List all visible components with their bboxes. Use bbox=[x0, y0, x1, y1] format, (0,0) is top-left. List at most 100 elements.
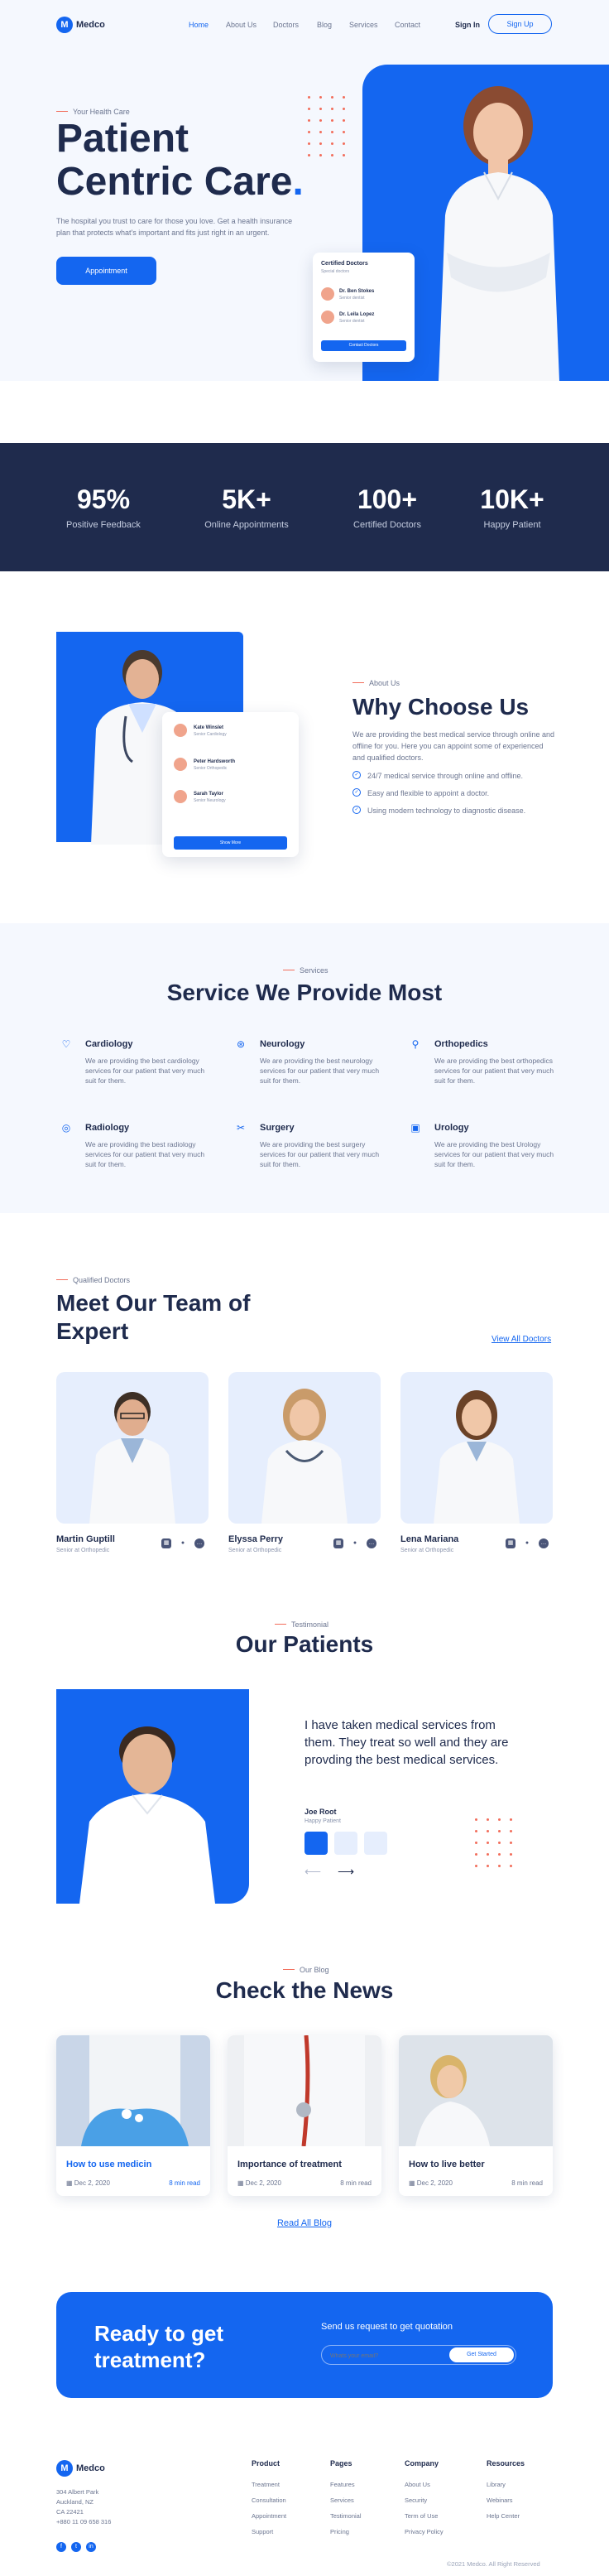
footer-link[interactable]: Webinars bbox=[487, 2497, 513, 2504]
why-point: 24/7 medical service through online and … bbox=[367, 772, 523, 780]
eyebrow-line bbox=[56, 111, 68, 112]
chat-icon[interactable]: … bbox=[367, 1538, 376, 1548]
blog-title[interactable]: Importance of treatment bbox=[237, 2160, 342, 2169]
nav-contact[interactable]: Contact bbox=[395, 21, 420, 29]
patient-photo bbox=[56, 1689, 249, 1904]
doctor-name: Sarah Taylor bbox=[194, 792, 223, 797]
footer-logo-icon[interactable]: M bbox=[56, 2460, 73, 2477]
scalpel-icon: ✂ bbox=[236, 1122, 246, 1134]
calendar-icon[interactable]: ▦ bbox=[333, 1538, 343, 1548]
team-member-name: Martin Guptill bbox=[56, 1534, 115, 1544]
blog-card[interactable]: How to live better ▦ Dec 2, 2020 8 min r… bbox=[399, 2035, 553, 2196]
footer-link[interactable]: Features bbox=[330, 2481, 355, 2488]
team-photo[interactable] bbox=[400, 1372, 553, 1524]
facebook-icon[interactable]: f bbox=[56, 2542, 66, 2552]
twitter-icon[interactable]: t bbox=[71, 2542, 81, 2552]
arrow-right-icon[interactable]: ⟶ bbox=[338, 1865, 354, 1879]
blog-card[interactable]: How to use medicin ▦ Dec 2, 2020 8 min r… bbox=[56, 2035, 210, 2196]
footer-link[interactable]: Treatment bbox=[252, 2481, 280, 2488]
get-started-button[interactable]: Get Started bbox=[449, 2347, 514, 2362]
check-icon: ✓ bbox=[352, 788, 361, 797]
appointment-button[interactable]: Appointment bbox=[56, 257, 156, 285]
contact-doctors-button[interactable]: Contact Doctors bbox=[321, 340, 406, 351]
patient-thumb[interactable] bbox=[334, 1832, 357, 1855]
hero-doctor-image bbox=[439, 86, 559, 381]
footer-link[interactable]: About Us bbox=[405, 2481, 430, 2488]
team-member-name: Elyssa Perry bbox=[228, 1534, 284, 1544]
hero-description: The hospital you trust to care for those… bbox=[56, 217, 293, 237]
footer-link[interactable]: Privacy Policy bbox=[405, 2528, 444, 2535]
team-member-role: Senior at Orthopedic bbox=[400, 1548, 454, 1553]
blog-title[interactable]: How to use medicin bbox=[66, 2160, 151, 2169]
brand-name[interactable]: Medco bbox=[76, 20, 105, 30]
nav-doctors[interactable]: Doctors bbox=[273, 21, 299, 29]
blog-read-time: 8 min read bbox=[340, 2179, 372, 2187]
footer-brand[interactable]: Medco bbox=[76, 2463, 105, 2473]
doctor-name: Peter Hardsworth bbox=[194, 759, 236, 764]
patient-thumb-active[interactable] bbox=[304, 1832, 328, 1855]
service-name[interactable]: Neurology bbox=[260, 1039, 304, 1049]
service-desc: We are providing the best cardiology ser… bbox=[85, 1057, 205, 1085]
service-name[interactable]: Urology bbox=[434, 1123, 469, 1133]
chat-icon[interactable]: … bbox=[194, 1538, 204, 1548]
blog-title[interactable]: How to live better bbox=[409, 2160, 485, 2169]
doctor-role: Senior Orthopedic bbox=[194, 766, 228, 771]
email-field[interactable]: Get Started bbox=[321, 2345, 516, 2365]
calendar-icon[interactable]: ▦ bbox=[161, 1538, 171, 1548]
chat-icon[interactable]: … bbox=[539, 1538, 549, 1548]
eyebrow-line bbox=[56, 1279, 68, 1280]
calendar-icon[interactable]: ▦ bbox=[506, 1538, 515, 1548]
user-icon[interactable]: ● bbox=[350, 1538, 360, 1548]
nav-services[interactable]: Services bbox=[349, 21, 378, 29]
footer-link[interactable]: Security bbox=[405, 2497, 427, 2504]
footer-link[interactable]: Term of Use bbox=[405, 2512, 438, 2520]
footer-link[interactable]: Services bbox=[330, 2497, 354, 2504]
blog-date: ▦ Dec 2, 2020 bbox=[409, 2179, 453, 2187]
signin-link[interactable]: Sign In bbox=[455, 21, 480, 29]
patient-thumb[interactable] bbox=[364, 1832, 387, 1855]
view-all-doctors-link[interactable]: View All Doctors bbox=[492, 1335, 551, 1344]
show-more-button[interactable]: Show More bbox=[174, 836, 287, 850]
user-icon[interactable]: ● bbox=[178, 1538, 188, 1548]
kidney-icon: ▣ bbox=[410, 1122, 420, 1134]
nav-home[interactable]: Home bbox=[189, 21, 209, 29]
user-icon[interactable]: ● bbox=[522, 1538, 532, 1548]
nav-about[interactable]: About Us bbox=[226, 21, 257, 29]
team-photo[interactable] bbox=[56, 1372, 209, 1524]
footer-link[interactable]: Support bbox=[252, 2528, 273, 2535]
why-point: Easy and flexible to appoint a doctor. bbox=[367, 789, 490, 797]
footer-link[interactable]: Pricing bbox=[330, 2528, 349, 2535]
service-name[interactable]: Cardiology bbox=[85, 1039, 132, 1049]
service-name[interactable]: Surgery bbox=[260, 1123, 295, 1133]
nav-blog[interactable]: Blog bbox=[317, 21, 332, 29]
linkedin-icon[interactable]: in bbox=[86, 2542, 96, 2552]
blog-card[interactable]: Importance of treatment ▦ Dec 2, 2020 8 … bbox=[228, 2035, 381, 2196]
footer-link[interactable]: Help Center bbox=[487, 2512, 520, 2520]
footer-link[interactable]: Testimonial bbox=[330, 2512, 362, 2520]
bone-icon: ⚲ bbox=[411, 1038, 420, 1050]
decor-dots bbox=[475, 1818, 521, 1876]
testimonial-eyebrow: Testimonial bbox=[291, 1620, 329, 1629]
author-name: Joe Root bbox=[304, 1808, 337, 1816]
team-member-name: Lena Mariana bbox=[400, 1534, 459, 1544]
services-eyebrow: Services bbox=[300, 966, 328, 975]
testimonial-title: Our Patients bbox=[235, 1631, 374, 1657]
why-doctors-card: Kate Winslet Senior Cardiology Peter Har… bbox=[162, 712, 299, 857]
blog-eyebrow: Our Blog bbox=[300, 1966, 329, 1974]
doctor-avatar bbox=[174, 758, 187, 771]
signup-button[interactable]: Sign Up bbox=[488, 14, 552, 34]
email-input[interactable] bbox=[330, 2350, 446, 2362]
team-photo[interactable] bbox=[228, 1372, 381, 1524]
footer-link[interactable]: Consultation bbox=[252, 2497, 286, 2504]
footer-link[interactable]: Appointment bbox=[252, 2512, 286, 2520]
footer-link[interactable]: Library bbox=[487, 2481, 506, 2488]
read-all-blog-link[interactable]: Read All Blog bbox=[0, 2218, 609, 2228]
cta-title: Ready to get treatment? bbox=[94, 2321, 224, 2372]
service-name[interactable]: Orthopedics bbox=[434, 1039, 488, 1049]
check-icon: ✓ bbox=[352, 806, 361, 814]
blog-image bbox=[399, 2035, 553, 2146]
copyright: ©2021 Medco. All Right Reserved bbox=[447, 2560, 540, 2568]
arrow-left-icon[interactable]: ⟵ bbox=[304, 1865, 321, 1879]
service-name[interactable]: Radiology bbox=[85, 1123, 129, 1133]
logo-icon[interactable]: M bbox=[56, 17, 73, 33]
